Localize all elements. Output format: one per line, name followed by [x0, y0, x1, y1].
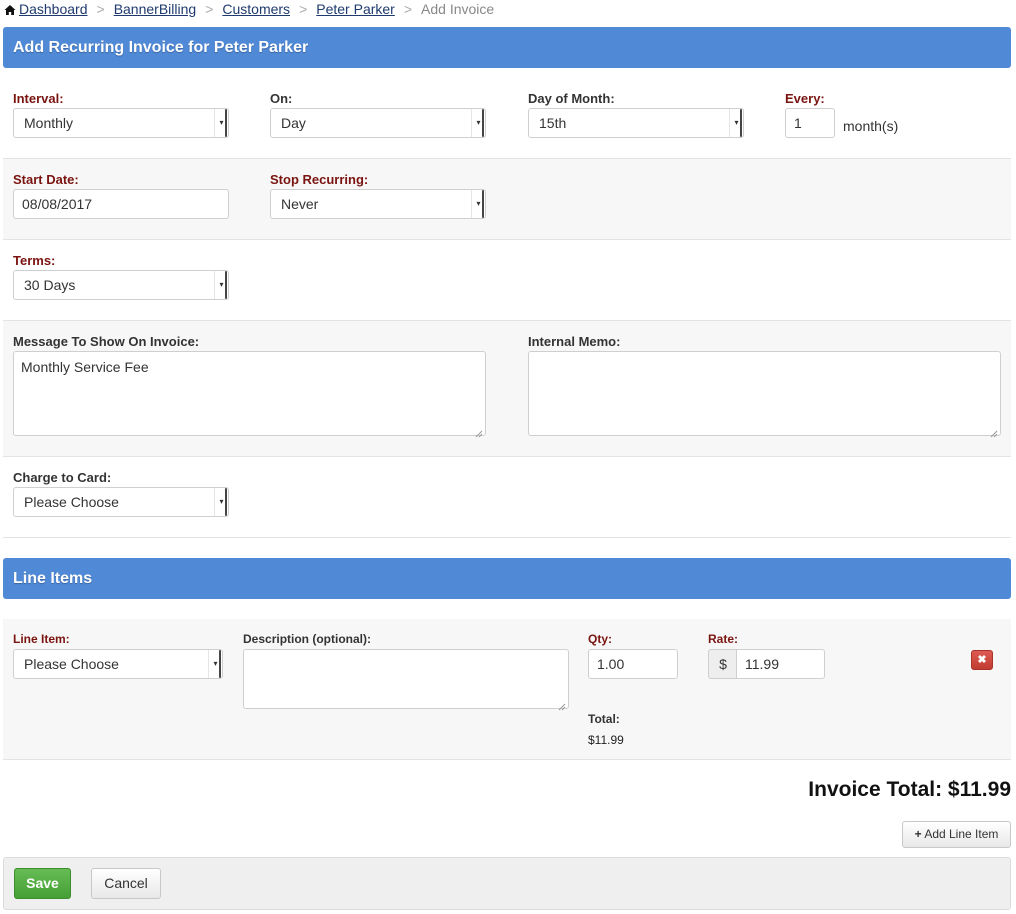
breadcrumb-current: Add Invoice	[421, 1, 495, 17]
interval-label: Interval:	[13, 91, 64, 106]
breadcrumb-customer-name[interactable]: Peter Parker	[316, 1, 395, 17]
dropdown-arrow-icon: ▾	[214, 271, 228, 299]
dropdown-arrow-icon: ▾	[214, 109, 228, 137]
resize-grip-icon[interactable]	[475, 425, 483, 438]
dropdown-arrow-icon: ▾	[214, 488, 228, 516]
dropdown-arrow-icon: ▾	[208, 650, 222, 678]
every-label: Every:	[785, 91, 825, 106]
message-label: Message To Show On Invoice:	[13, 334, 200, 349]
dropdown-arrow-icon: ▾	[729, 109, 743, 137]
every-unit-label: month(s)	[843, 118, 899, 134]
rate-label: Rate:	[708, 632, 739, 646]
breadcrumb-dashboard[interactable]: Dashboard	[19, 1, 88, 17]
terms-label: Terms:	[13, 253, 56, 268]
line-total-label: Total:	[588, 712, 620, 726]
add-line-item-label: Add Line Item	[924, 827, 999, 841]
terms-value: 30 Days	[24, 277, 76, 293]
currency-addon: $	[708, 649, 737, 679]
home-icon[interactable]	[4, 3, 16, 15]
on-label: On:	[270, 91, 293, 106]
invoice-total: Invoice Total: $11.99	[808, 778, 1011, 801]
memo-label: Internal Memo:	[528, 334, 621, 349]
message-textarea[interactable]: Monthly Service Fee	[13, 351, 486, 438]
stop-recurring-select[interactable]: Never ▾	[270, 189, 486, 219]
memo-textarea[interactable]	[528, 351, 1001, 438]
resize-grip-icon[interactable]	[558, 698, 566, 711]
rate-input[interactable]: 11.99	[736, 649, 825, 679]
breadcrumb-bannerbilling[interactable]: BannerBilling	[114, 1, 197, 17]
every-input[interactable]: 1	[785, 108, 835, 138]
page-title: Add Recurring Invoice for Peter Parker	[3, 27, 1011, 68]
day-of-month-value: 15th	[539, 115, 567, 131]
stop-recurring-value: Never	[281, 196, 319, 212]
stop-recurring-label: Stop Recurring:	[270, 172, 369, 187]
start-date-label: Start Date:	[13, 172, 79, 187]
dropdown-arrow-icon: ▾	[471, 109, 485, 137]
message-value: Monthly Service Fee	[21, 359, 149, 375]
description-textarea[interactable]	[243, 649, 569, 711]
terms-select[interactable]: 30 Days ▾	[13, 270, 229, 300]
qty-label: Qty:	[588, 632, 612, 646]
breadcrumb-separator: >	[299, 1, 308, 17]
save-button[interactable]: Save	[14, 868, 71, 899]
add-line-item-button[interactable]: + Add Line Item	[902, 821, 1011, 848]
start-date-input[interactable]: 08/08/2017	[13, 189, 229, 219]
close-icon: ✖	[977, 654, 987, 666]
qty-input[interactable]: 1.00	[588, 649, 678, 679]
day-of-month-select[interactable]: 15th ▾	[528, 108, 744, 138]
line-total-value: $11.99	[588, 733, 624, 747]
line-item-label: Line Item:	[13, 632, 70, 646]
breadcrumb-customers[interactable]: Customers	[222, 1, 290, 17]
description-label: Description (optional):	[243, 632, 371, 646]
charge-card-value: Please Choose	[24, 494, 119, 510]
cancel-button[interactable]: Cancel	[91, 868, 161, 899]
day-of-month-label: Day of Month:	[528, 91, 615, 106]
resize-grip-icon[interactable]	[990, 425, 998, 438]
interval-select[interactable]: Monthly ▾	[13, 108, 229, 138]
breadcrumb-separator: >	[403, 1, 413, 17]
breadcrumb-separator: >	[205, 1, 214, 17]
breadcrumb: Dashboard > BannerBilling > Customers > …	[4, 0, 494, 18]
charge-card-select[interactable]: Please Choose ▾	[13, 487, 229, 517]
breadcrumb-separator: >	[96, 1, 105, 17]
on-select[interactable]: Day ▾	[270, 108, 486, 138]
plus-icon: +	[914, 827, 922, 841]
delete-line-item-button[interactable]: ✖	[971, 650, 993, 670]
interval-value: Monthly	[24, 115, 74, 131]
line-item-select[interactable]: Please Choose ▾	[13, 649, 223, 679]
on-value: Day	[281, 115, 306, 131]
line-item-value: Please Choose	[24, 656, 119, 672]
charge-card-label: Charge to Card:	[13, 470, 112, 485]
line-items-header: Line Items	[3, 558, 1011, 599]
dropdown-arrow-icon: ▾	[471, 190, 485, 218]
